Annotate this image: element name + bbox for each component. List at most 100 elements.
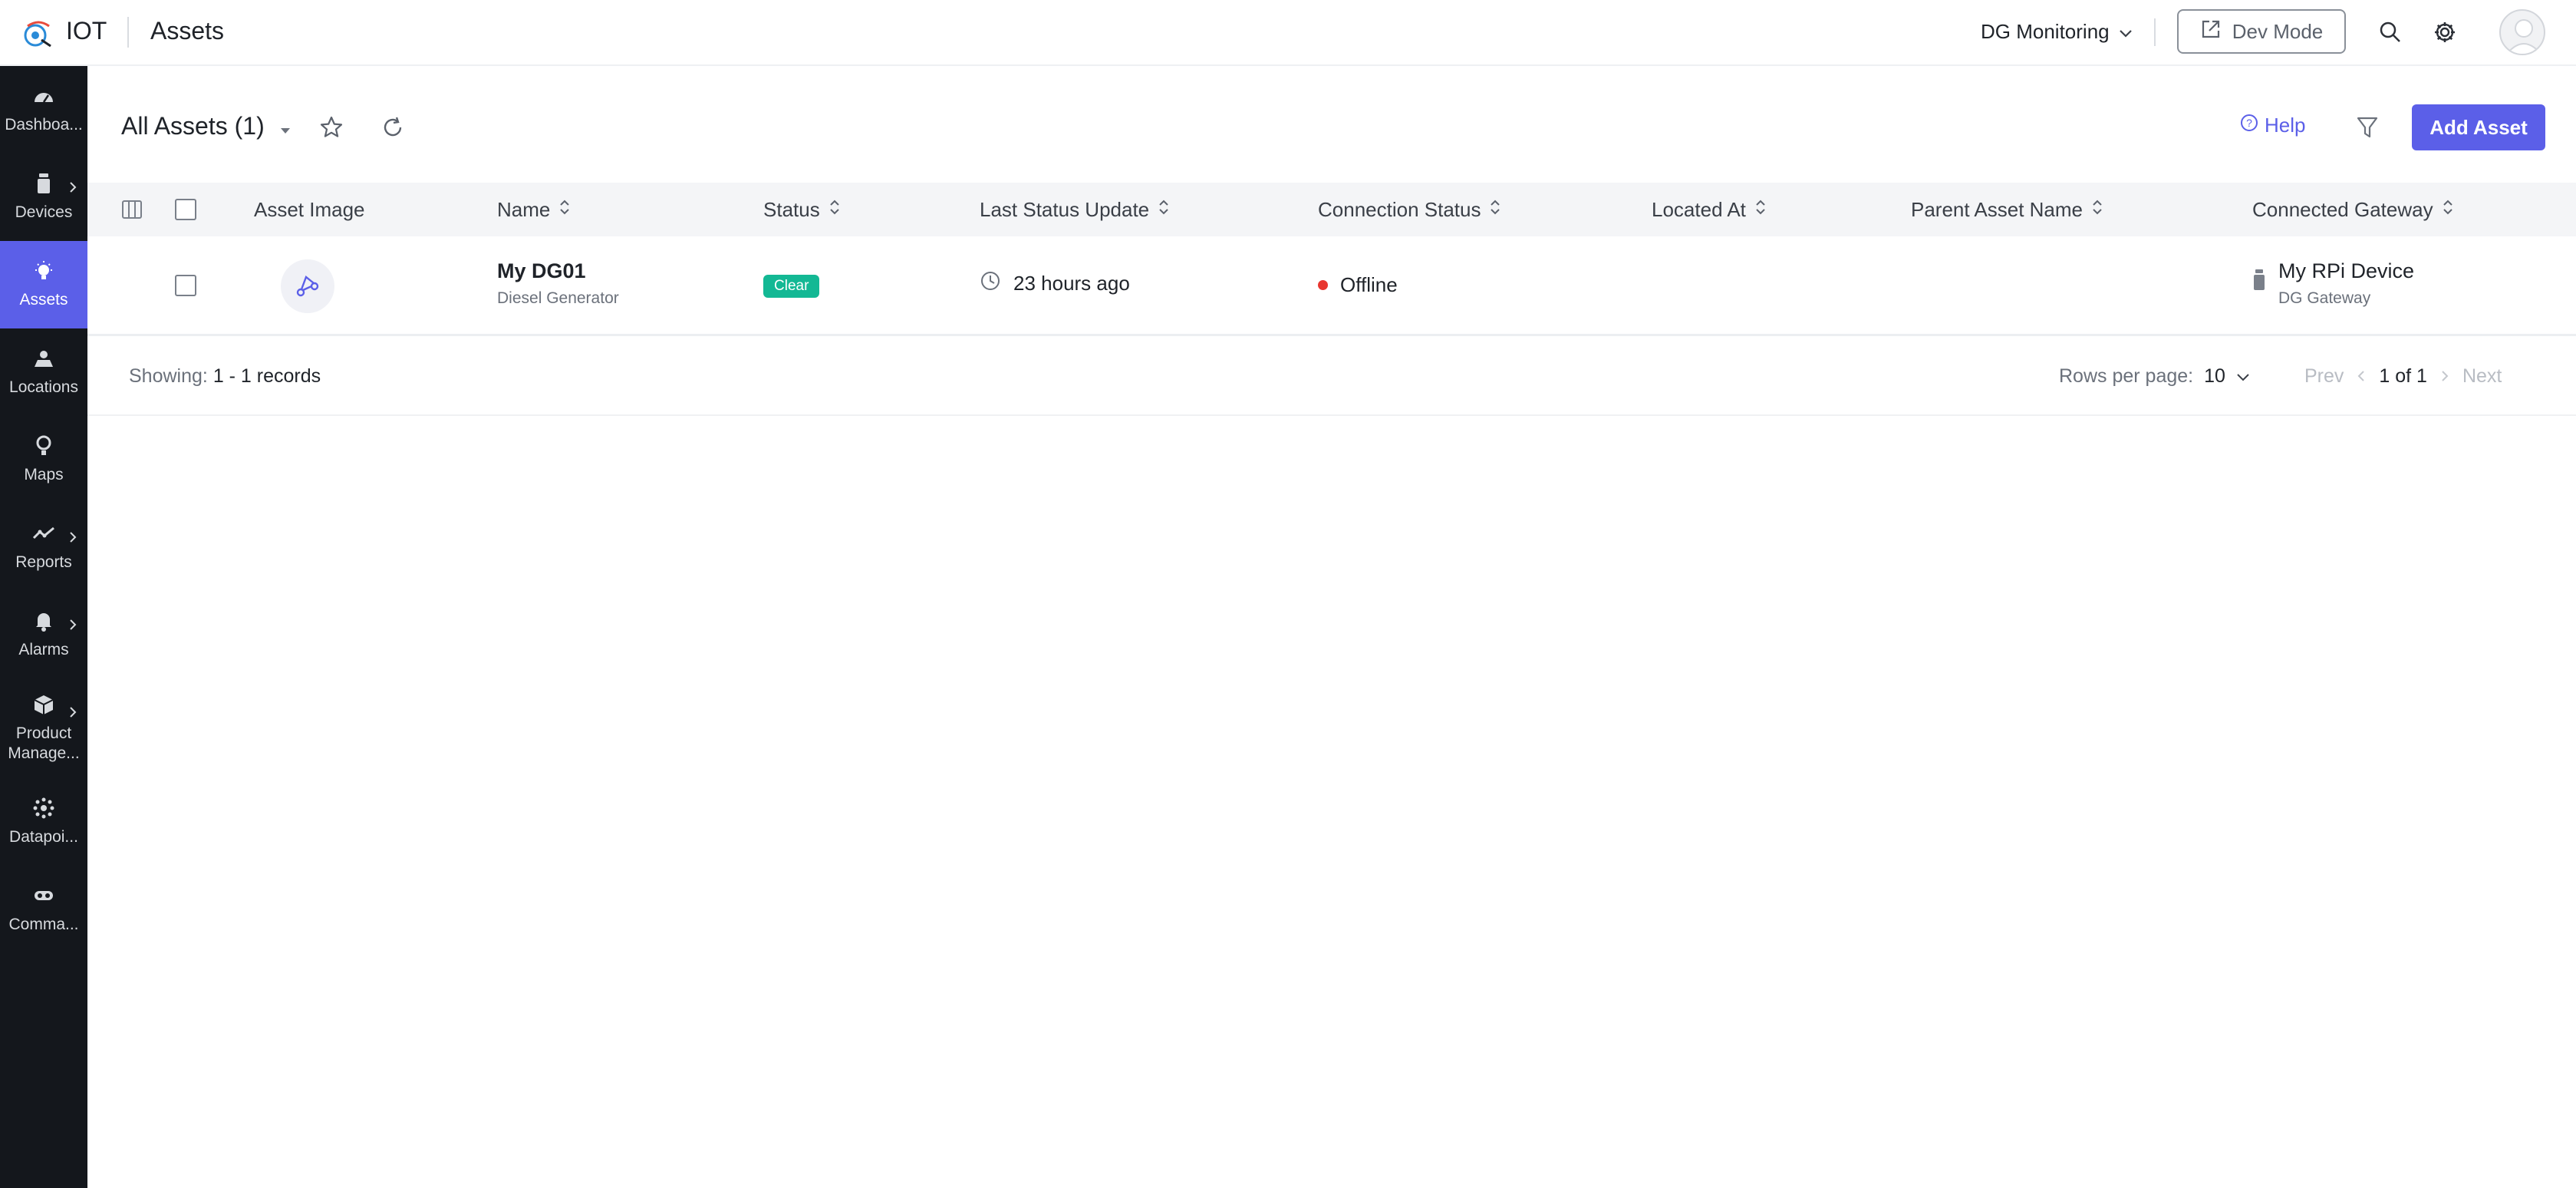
sidebar-item-label: Assets	[19, 291, 68, 309]
next-button[interactable]: Next	[2462, 365, 2502, 388]
sidebar-item-label: Product Manage...	[8, 724, 80, 762]
sidebar-item-maps[interactable]: Maps	[0, 416, 87, 503]
datapoint-icon	[32, 797, 55, 820]
sort-icon	[559, 198, 570, 222]
chevron-right-icon	[69, 531, 77, 547]
sort-icon	[829, 198, 840, 222]
offline-dot-icon	[1318, 280, 1328, 290]
column-parent-asset-name[interactable]: Parent Asset Name	[1911, 183, 2103, 236]
refresh-icon[interactable]	[377, 112, 408, 143]
last-status-update: 23 hours ago	[1013, 272, 1130, 295]
column-status[interactable]: Status	[763, 183, 840, 236]
pagination: Prev 1 of 1 Next	[2304, 365, 2502, 388]
sidebar-item-reports[interactable]: Reports	[0, 503, 87, 591]
brand-name: IOT	[66, 17, 107, 45]
dashboard-icon	[32, 84, 55, 107]
connected-gateway-cell[interactable]: My RPi Device DG Gateway	[2252, 259, 2414, 308]
column-settings-icon[interactable]	[121, 183, 143, 236]
asset-name-cell[interactable]: My DG01 Diesel Generator	[497, 259, 619, 308]
sidebar: Dashboa... Devices Assets Locations Maps…	[0, 66, 87, 1188]
help-link[interactable]: ? Help	[2240, 114, 2305, 137]
chevron-right-icon	[69, 181, 77, 197]
connection-status: Offline	[1340, 273, 1398, 296]
bell-icon	[32, 609, 55, 632]
column-asset-image: Asset Image	[254, 197, 365, 221]
clock-icon	[980, 270, 1001, 297]
gateway-name[interactable]: My RPi Device	[2278, 259, 2414, 283]
gateway-type: DG Gateway	[2278, 289, 2371, 307]
status-cell: Clear	[763, 275, 820, 298]
sidebar-item-datapoints[interactable]: Datapoi...	[0, 778, 87, 866]
records-range: 1 - 1 records	[212, 365, 321, 387]
help-circle-icon: ?	[2240, 114, 2258, 137]
sidebar-item-label: Locations	[9, 378, 78, 396]
sidebar-item-assets[interactable]: Assets	[0, 241, 87, 328]
chevron-down-icon	[2236, 365, 2250, 388]
sidebar-item-label: Dashboa...	[5, 116, 83, 134]
iot-logo-icon[interactable]	[20, 17, 57, 49]
select-all-checkbox[interactable]	[175, 183, 196, 236]
dev-mode-button[interactable]: Dev Mode	[2177, 9, 2346, 54]
gear-icon[interactable]	[2429, 17, 2460, 48]
sidebar-item-commands[interactable]: Comma...	[0, 866, 87, 953]
reports-icon	[32, 522, 55, 545]
chevron-right-icon	[69, 619, 77, 635]
chevron-left-icon[interactable]	[2357, 365, 2365, 388]
sort-icon	[1755, 198, 1766, 222]
column-located-at[interactable]: Located At	[1652, 183, 1766, 236]
page-title: Assets	[150, 17, 225, 45]
asset-type-icon	[281, 259, 334, 313]
column-connection-status[interactable]: Connection Status	[1318, 183, 1500, 236]
user-avatar[interactable]	[2499, 9, 2545, 55]
filter-icon[interactable]	[2352, 112, 2383, 143]
column-connected-gateway[interactable]: Connected Gateway	[2252, 183, 2453, 236]
sort-icon	[2092, 198, 2103, 222]
svg-text:?: ?	[2246, 117, 2252, 129]
chevron-right-icon[interactable]	[2441, 365, 2449, 388]
sidebar-item-label: Datapoi...	[9, 828, 78, 846]
topbar-divider	[2154, 18, 2156, 46]
top-bar: IOT Assets DG Monitoring Dev Mode	[0, 0, 2576, 66]
star-icon[interactable]	[316, 112, 347, 143]
application-selector[interactable]: DG Monitoring	[1981, 20, 2133, 44]
dev-mode-label: Dev Mode	[2232, 19, 2324, 43]
prev-button[interactable]: Prev	[2304, 365, 2344, 388]
external-link-icon	[2200, 18, 2222, 45]
view-title: All Assets (1)	[121, 112, 265, 140]
column-name[interactable]: Name	[497, 183, 570, 236]
device-icon	[32, 172, 55, 195]
row-checkbox[interactable]	[175, 275, 196, 296]
table-header: Asset Image Name Status Last Status Upda…	[87, 183, 2576, 236]
sidebar-item-label: Comma...	[8, 916, 79, 933]
chevron-down-icon	[2119, 20, 2133, 44]
table-row[interactable]: My DG01 Diesel Generator Clear 23 hours …	[87, 236, 2576, 336]
asset-image	[281, 259, 334, 313]
asset-name[interactable]: My DG01	[497, 259, 619, 283]
asset-bulb-icon	[32, 259, 55, 282]
location-icon	[32, 347, 55, 370]
records-summary: Showing: 1 - 1 records	[129, 365, 321, 387]
sidebar-item-dashboard[interactable]: Dashboa...	[0, 66, 87, 153]
command-icon	[32, 884, 55, 907]
rows-per-page-label: Rows per page:	[2059, 365, 2194, 387]
sidebar-item-product-management[interactable]: Product Manage...	[0, 678, 87, 778]
column-last-status-update[interactable]: Last Status Update	[980, 183, 1169, 236]
sidebar-item-locations[interactable]: Locations	[0, 328, 87, 416]
sidebar-item-alarms[interactable]: Alarms	[0, 591, 87, 678]
list-toolbar: All Assets (1) ? Help Add Asset	[87, 66, 2576, 183]
add-asset-button[interactable]: Add Asset	[2412, 104, 2545, 150]
sidebar-item-label: Maps	[24, 466, 64, 483]
chevron-right-icon	[69, 706, 77, 722]
sidebar-item-label: Reports	[15, 553, 72, 571]
main-content: All Assets (1) ? Help Add Asset Asset Im…	[87, 66, 2576, 1188]
view-selector[interactable]: All Assets (1)	[121, 112, 291, 140]
rows-per-page[interactable]: Rows per page: 10	[2059, 365, 2250, 388]
sidebar-item-label: Devices	[15, 203, 73, 221]
caret-down-icon	[280, 112, 291, 140]
page-info: 1 of 1	[2379, 365, 2427, 387]
search-icon[interactable]	[2375, 17, 2406, 48]
status-badge: Clear	[763, 275, 820, 298]
sidebar-item-devices[interactable]: Devices	[0, 153, 87, 241]
map-pin-icon	[32, 434, 55, 457]
sidebar-item-label: Alarms	[18, 641, 69, 658]
